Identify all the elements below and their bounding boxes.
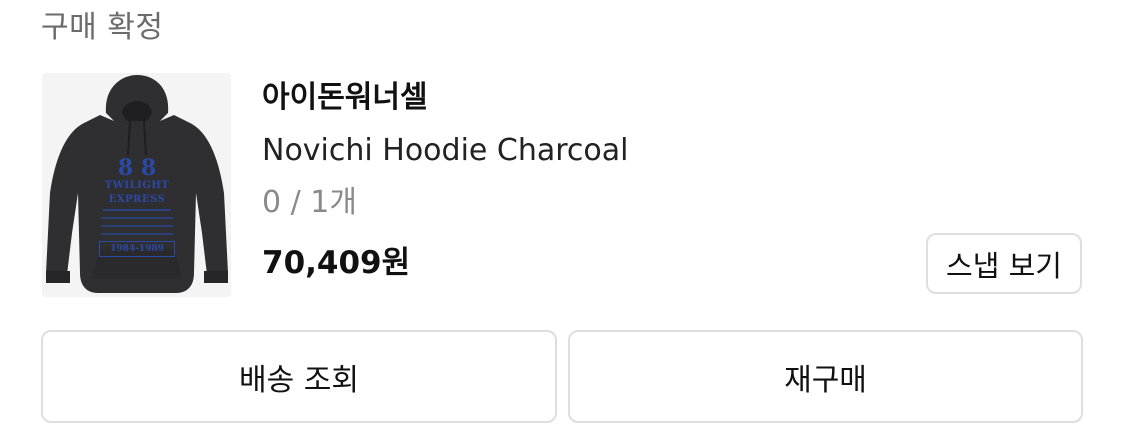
product-price: 70,409원 (262, 245, 411, 281)
product-image[interactable]: 8 8 TWILIGHT EXPRESS 1984-1989 (42, 73, 231, 297)
track-delivery-button[interactable]: 배송 조회 (41, 330, 557, 423)
rebuy-button[interactable]: 재구매 (568, 330, 1083, 423)
product-option: 0 / 1개 (262, 185, 357, 220)
order-status-title: 구매 확정 (41, 10, 164, 45)
product-name[interactable]: Novichi Hoodie Charcoal (262, 131, 629, 171)
view-snap-button[interactable]: 스냅 보기 (926, 233, 1082, 294)
product-brand[interactable]: 아이돈워너셀 (262, 78, 428, 118)
hoodie-print: 8 8 TWILIGHT EXPRESS 1984-1989 (97, 157, 177, 257)
